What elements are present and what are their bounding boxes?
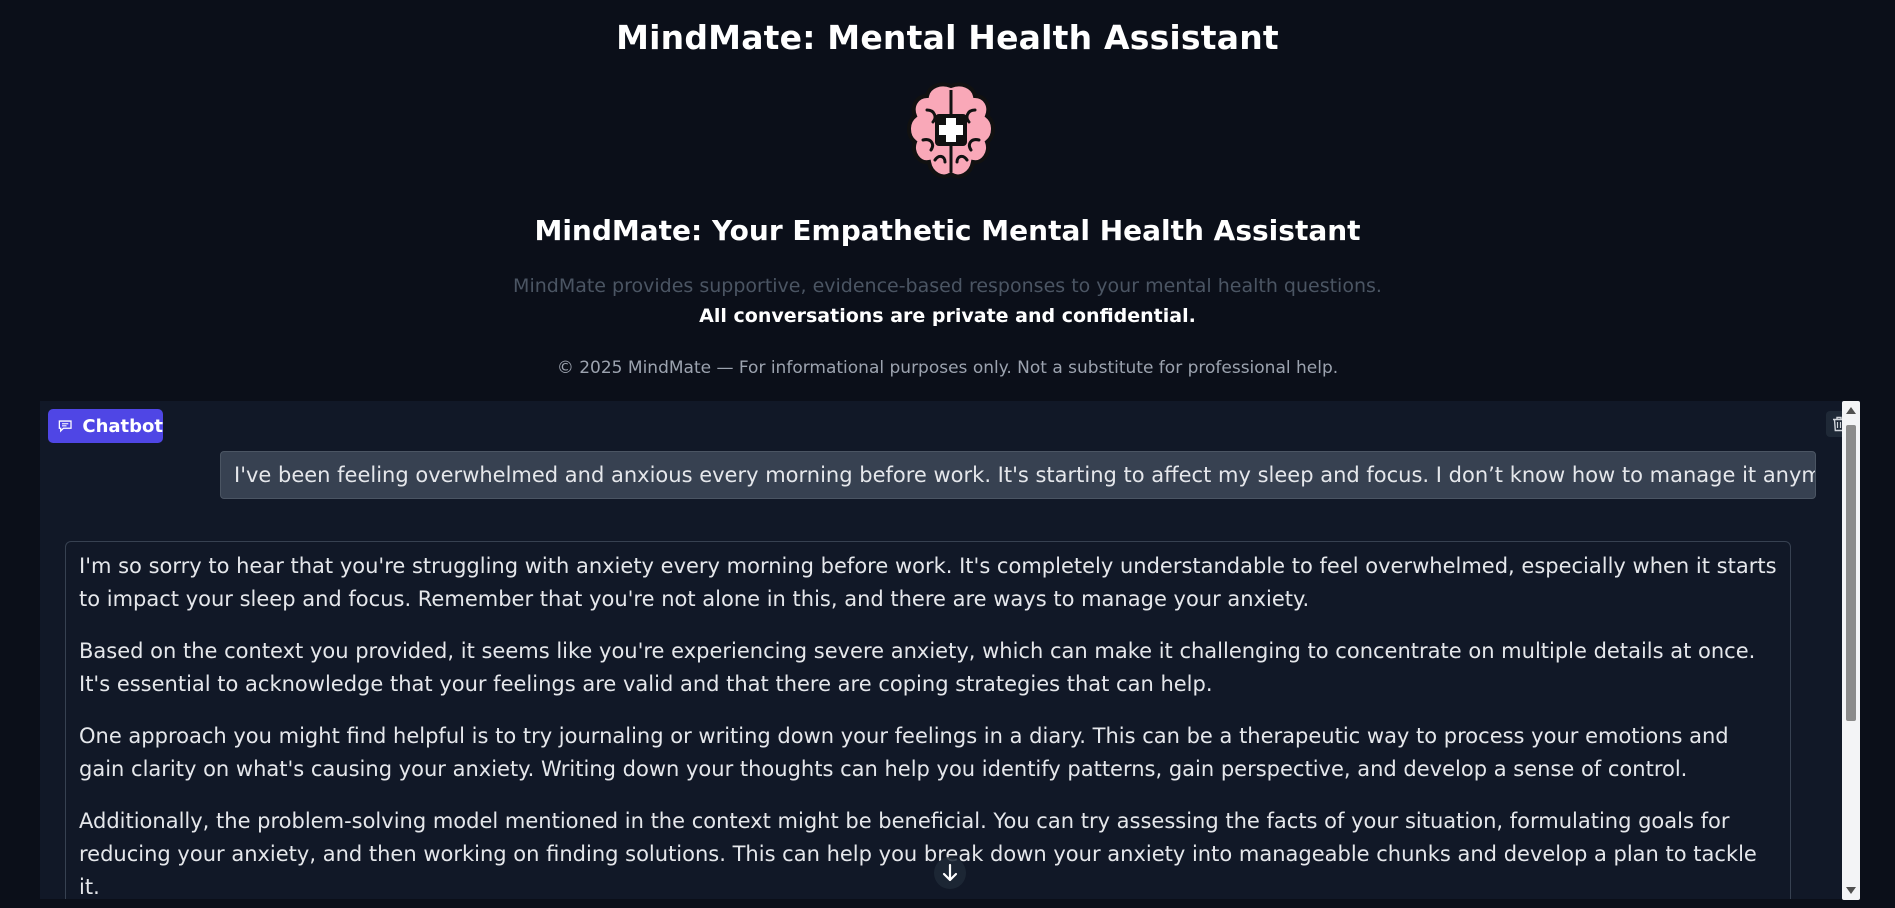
page-subtitle: MindMate: Your Empathetic Mental Health … <box>534 214 1361 247</box>
chatbot-panel[interactable]: Chatbot I've been feeling overwhelmed an… <box>40 401 1860 899</box>
arrow-down-icon <box>942 863 958 882</box>
scrollbar-thumb[interactable] <box>1846 425 1856 721</box>
assistant-paragraph: Additionally, the problem-solving model … <box>79 809 1757 899</box>
chatbot-label: Chatbot <box>48 409 163 443</box>
chat-bubble-icon <box>58 420 72 433</box>
app-description: MindMate provides supportive, evidence-b… <box>513 275 1382 297</box>
scroll-to-bottom-button[interactable] <box>934 857 966 889</box>
brain-medical-cross-icon <box>907 82 995 179</box>
app-title: MindMate: Mental Health Assistant <box>616 18 1279 57</box>
chatbot-label-text: Chatbot <box>82 415 163 437</box>
page: MindMate: Mental Health Assistant MindMa… <box>0 0 1895 908</box>
assistant-paragraph: Based on the context you provided, it se… <box>79 639 1756 696</box>
assistant-paragraph: One approach you might find helpful is t… <box>79 724 1729 781</box>
chat-scrollbar[interactable] <box>1842 401 1860 900</box>
privacy-note: All conversations are private and confid… <box>699 305 1196 327</box>
user-message: I've been feeling overwhelmed and anxiou… <box>220 451 1816 499</box>
assistant-paragraph: I'm so sorry to hear that you're struggl… <box>79 554 1777 611</box>
assistant-message: I'm so sorry to hear that you're struggl… <box>65 541 1791 899</box>
scroll-down-arrow[interactable] <box>1846 887 1856 894</box>
scroll-up-arrow[interactable] <box>1846 407 1856 414</box>
disclaimer-note: © 2025 MindMate — For informational purp… <box>556 358 1339 378</box>
